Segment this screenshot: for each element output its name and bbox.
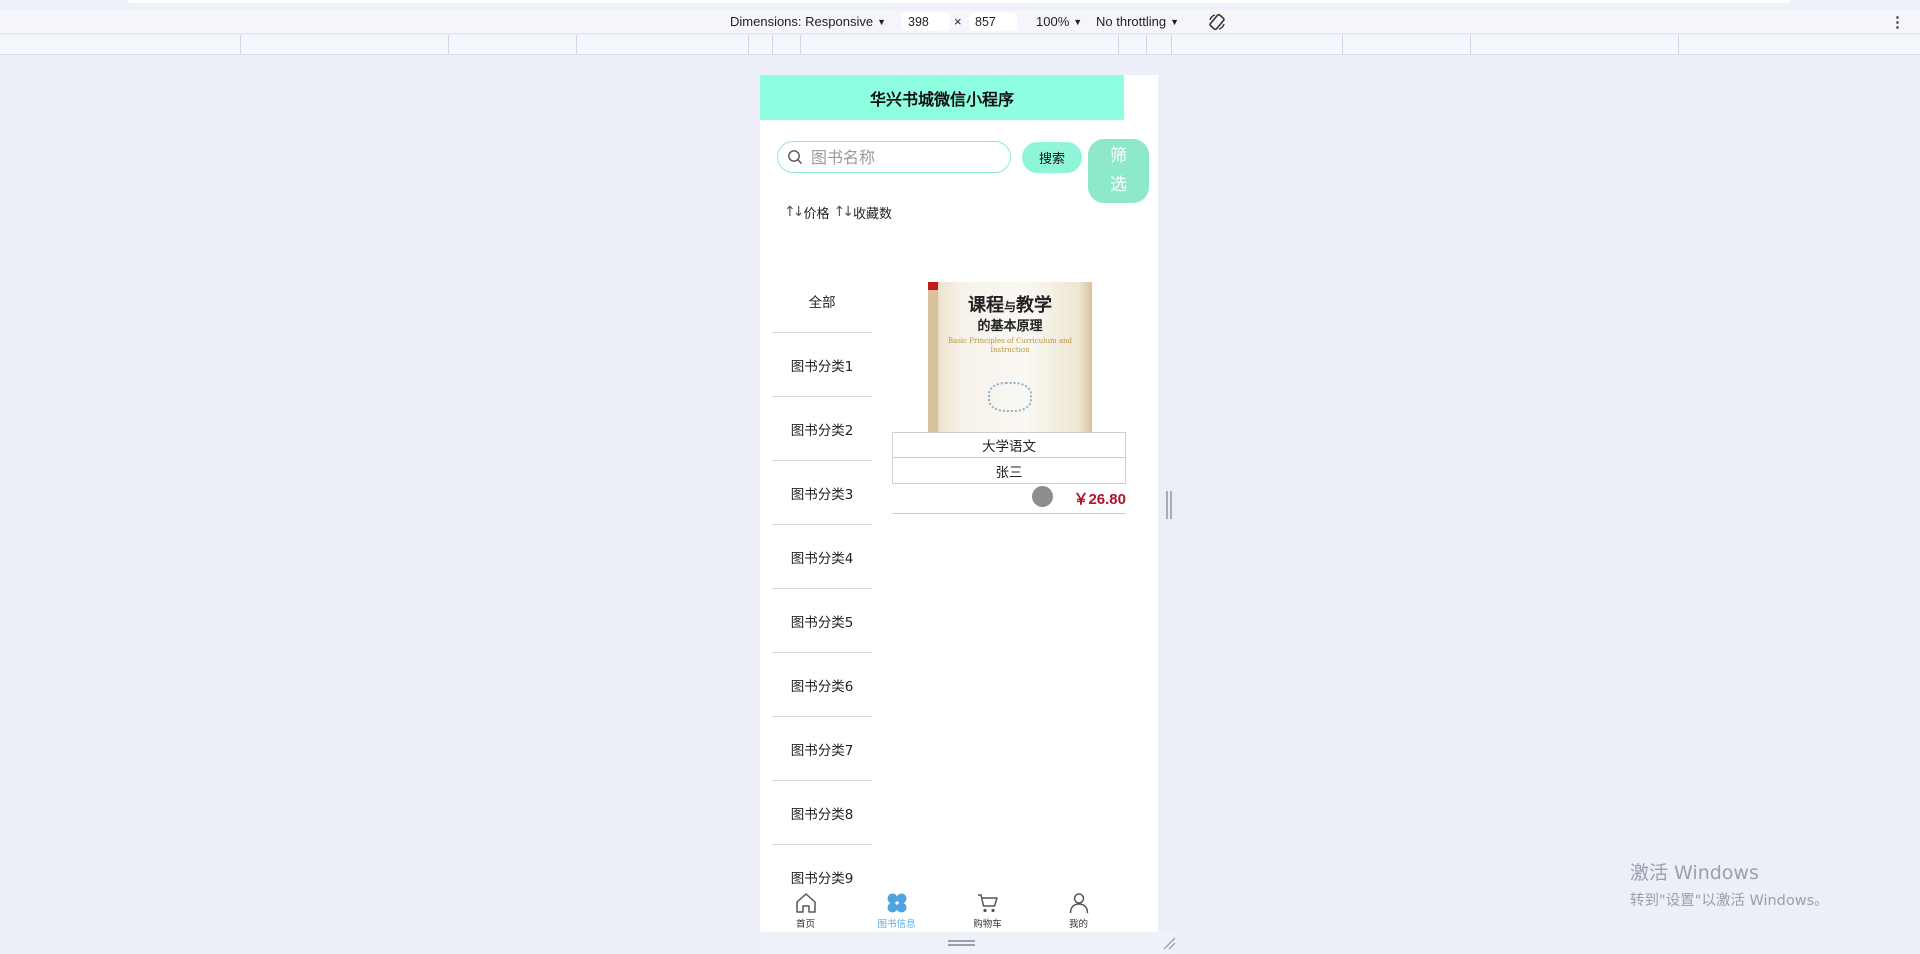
touch-cursor-indicator xyxy=(1032,486,1053,507)
tab-label: 购物车 xyxy=(973,919,1002,930)
tab-books[interactable]: 图书信息 xyxy=(851,887,942,932)
watermark-subtitle: 转到"设置"以激活 Windows。 xyxy=(1630,893,1829,909)
ruler-tick xyxy=(1146,35,1147,55)
cover-title: 课程与教学 xyxy=(967,295,1052,316)
book-price: ￥26.80 xyxy=(1073,491,1126,508)
cover-english-title: Basic Principles of Curriculum and Instr… xyxy=(948,337,1072,354)
sort-arrows-icon: ↑↓ xyxy=(833,204,854,220)
category-item[interactable]: 图书分类6 xyxy=(772,653,872,717)
media-query-ruler xyxy=(0,35,1920,55)
search-input[interactable] xyxy=(809,146,999,168)
watermark-title: 激活 Windows xyxy=(1630,862,1759,884)
book-cover-image[interactable]: 课程与教学 的基本原理 Basic Principles of Curricul… xyxy=(928,282,1092,432)
width-input[interactable] xyxy=(902,13,950,31)
ruler-tick xyxy=(772,35,773,55)
category-sidebar: 全部 图书分类1 图书分类2 图书分类3 图书分类4 图书分类5 图书分类6 图… xyxy=(772,269,872,909)
zoom-label: 100% xyxy=(1036,14,1070,29)
sort-favorites-label: 收藏数 xyxy=(852,206,892,222)
ruler-tick xyxy=(448,35,449,55)
caret-down-icon: ▼ xyxy=(1170,17,1180,27)
more-options-icon[interactable]: ⋮ xyxy=(1890,13,1905,31)
times-sign: × xyxy=(954,14,962,29)
viewport-resize-handle-right[interactable] xyxy=(1166,491,1172,519)
tab-profile[interactable]: 我的 xyxy=(1033,887,1124,932)
app-header: 华兴书城微信小程序 xyxy=(760,75,1124,120)
device-viewport: 华兴书城微信小程序 搜索 筛 选 ↑↓ 价格 ↑↓ 收藏数 全部 图书分类1 图… xyxy=(760,75,1158,932)
home-icon xyxy=(795,893,816,913)
category-item[interactable]: 图书分类8 xyxy=(772,781,872,845)
dimensions-dropdown[interactable]: Dimensions: Responsive ▼ xyxy=(730,14,886,29)
search-box[interactable] xyxy=(777,141,1011,173)
tab-cart[interactable]: 购物车 xyxy=(942,887,1033,932)
ruler-tick xyxy=(576,35,577,55)
dimensions-label: Dimensions: Responsive xyxy=(730,14,874,29)
cover-subtitle: 的基本原理 xyxy=(977,319,1043,334)
ruler-tick xyxy=(1342,35,1343,55)
category-item[interactable]: 图书分类3 xyxy=(772,461,872,525)
ruler-tick xyxy=(1678,35,1679,55)
tab-label: 我的 xyxy=(1068,919,1088,930)
ruler-tick xyxy=(1171,35,1172,55)
sort-arrows-icon: ↑↓ xyxy=(784,204,805,220)
ruler-tick xyxy=(1470,35,1471,55)
tab-label: 首页 xyxy=(795,919,815,930)
sort-by-price[interactable]: ↑↓ 价格 xyxy=(784,203,829,222)
cover-ornament xyxy=(988,382,1032,412)
category-item[interactable]: 图书分类7 xyxy=(772,717,872,781)
bottom-tabbar: 首页 图书信息 购物车 我的 xyxy=(760,887,1124,932)
filter-label-2: 选 xyxy=(1110,175,1127,195)
category-item[interactable]: 图书分类1 xyxy=(772,333,872,397)
page-title: 华兴书城微信小程序 xyxy=(869,89,1014,109)
rotate-icon[interactable] xyxy=(1207,12,1227,32)
devtools-top-strip xyxy=(0,0,1920,10)
sort-by-favorites[interactable]: ↑↓ 收藏数 xyxy=(833,203,891,222)
user-icon xyxy=(1069,893,1088,914)
windows-activation-watermark: 激活 Windows 转到"设置"以激活 Windows。 xyxy=(1630,858,1829,910)
grid-clover-icon xyxy=(887,893,906,913)
ruler-tick xyxy=(748,35,749,55)
category-item[interactable]: 图书分类5 xyxy=(772,589,872,653)
book-card[interactable]: 课程与教学 的基本原理 Basic Principles of Curricul… xyxy=(892,282,1126,514)
tab-home[interactable]: 首页 xyxy=(760,887,851,932)
viewport-resize-handle-bottom[interactable] xyxy=(948,940,975,946)
throttling-label: No throttling xyxy=(1096,14,1167,29)
viewport-resize-bar-bottom xyxy=(760,932,1177,954)
category-item[interactable]: 图书分类4 xyxy=(772,525,872,589)
filter-button[interactable]: 筛 选 xyxy=(1088,139,1149,203)
book-title: 大学语文 xyxy=(892,432,1126,458)
cart-icon xyxy=(977,894,998,913)
filter-label-1: 筛 xyxy=(1110,146,1127,166)
tab-label: 图书信息 xyxy=(877,919,916,930)
category-item[interactable]: 图书分类2 xyxy=(772,397,872,461)
height-input[interactable] xyxy=(969,13,1017,31)
zoom-dropdown[interactable]: 100% ▼ xyxy=(1036,14,1082,29)
ruler-tick xyxy=(240,35,241,55)
ruler-tick xyxy=(1118,35,1119,55)
resize-corner-icon[interactable] xyxy=(1162,936,1176,950)
device-toolbar: Dimensions: Responsive▼ × 100%▼ No throt… xyxy=(0,10,1920,34)
sort-bar: ↑↓ 价格 ↑↓ 收藏数 xyxy=(784,202,896,222)
ruler-tick xyxy=(800,35,801,55)
sort-price-label: 价格 xyxy=(803,206,830,222)
search-button[interactable]: 搜索 xyxy=(1022,142,1082,173)
category-item-all[interactable]: 全部 xyxy=(772,269,872,333)
search-icon xyxy=(788,150,802,164)
price-row: ￥26.80 xyxy=(892,484,1126,514)
throttling-dropdown[interactable]: No throttling ▼ xyxy=(1096,14,1179,29)
devtools-top-bar xyxy=(128,0,1790,3)
caret-down-icon: ▼ xyxy=(1073,17,1083,27)
caret-down-icon: ▼ xyxy=(877,17,886,27)
book-author: 张三 xyxy=(892,458,1126,484)
